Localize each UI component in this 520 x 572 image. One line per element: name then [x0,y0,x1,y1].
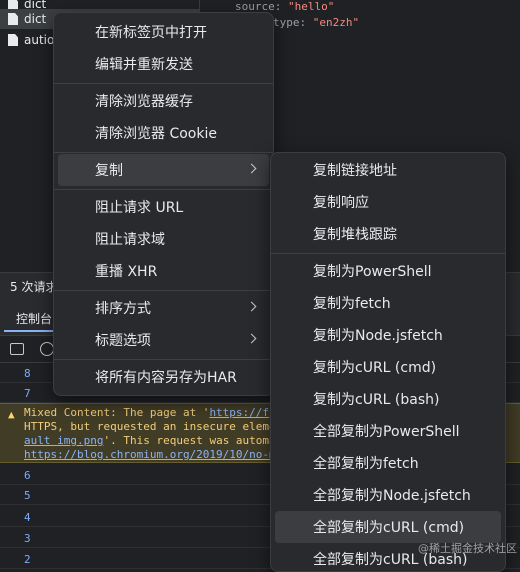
submenu-item-copy-response[interactable]: 复制响应 [275,186,501,218]
request-count: 5 次请求 [10,280,58,294]
menu-item-clear-cookies[interactable]: 清除浏览器 Cookie [58,117,269,149]
watermark: @稀土掘金技术社区 [418,542,517,555]
chevron-right-icon [246,301,257,312]
menu-item-label: 全部复制为cURL (cmd) [313,520,465,536]
warning-link[interactable]: https://blog.chromium.org/2019/10/no-m [24,448,276,461]
menu-item-header-options[interactable]: 标题选项 [58,324,269,356]
menu-item-label: 标题选项 [95,333,151,349]
menu-item-save-har[interactable]: 将所有内容另存为HAR [58,361,269,393]
warning-link[interactable]: https://f [209,406,269,419]
menu-separator [54,290,273,291]
menu-item-label: 编辑并重新发送 [95,57,193,73]
submenu-item-copy-all-fetch[interactable]: 全部复制为fetch [275,447,501,479]
menu-item-block-domain[interactable]: 阻止请求域 [58,223,269,255]
submenu-item-copy-fetch[interactable]: 复制为fetch [275,287,501,319]
menu-item-label: 复制为cURL (cmd) [313,360,437,376]
submenu-item-copy-curl-bash[interactable]: 复制为cURL (bash) [275,383,501,415]
console-value: 4 [24,511,31,524]
menu-item-sort-by[interactable]: 排序方式 [58,292,269,324]
preview-line: type: "en2zh" [273,16,359,29]
sidebar-toggle-icon[interactable] [10,343,24,355]
menu-item-label: 重播 XHR [95,264,158,280]
file-icon [8,34,18,46]
warning-icon: ▲ [8,408,15,421]
warning-text: Mixed Content: The page at ' [24,406,210,419]
menu-item-label: 复制链接地址 [313,163,397,179]
menu-separator [54,359,273,360]
submenu-item-copy-all-curl-cmd[interactable]: 全部复制为cURL (cmd) [275,511,501,543]
console-value: 3 [24,532,31,545]
menu-item-label: 复制响应 [313,195,369,211]
submenu-item-copy-powershell[interactable]: 复制为PowerShell [275,255,501,287]
menu-item-label: 复制 [95,163,123,179]
warning-text: HTTPS, but requested an insecure eleme [24,420,276,433]
menu-item-label: 清除浏览器缓存 [95,94,193,110]
menu-item-label: 复制为fetch [313,296,391,312]
file-icon [8,13,18,25]
menu-item-label: 将所有内容另存为HAR [95,370,237,386]
submenu-item-copy-nodejs-fetch[interactable]: 复制为Node.jsfetch [275,319,501,351]
warning-link[interactable]: ault img.png [24,434,103,447]
submenu-item-copy-curl-cmd[interactable]: 复制为cURL (cmd) [275,351,501,383]
menu-separator [54,152,273,153]
menu-separator [54,189,273,190]
menu-separator [271,253,505,254]
menu-item-open-new-tab[interactable]: 在新标签页中打开 [58,16,269,48]
menu-item-replay-xhr[interactable]: 重播 XHR [58,255,269,287]
menu-item-label: 清除浏览器 Cookie [95,126,217,142]
console-value: 6 [24,469,31,482]
submenu-item-copy-all-nodejs-fetch[interactable]: 全部复制为Node.jsfetch [275,479,501,511]
preview-key: type: [273,16,307,29]
menu-item-label: 在新标签页中打开 [95,25,207,41]
chevron-right-icon [246,163,257,174]
clear-console-icon[interactable] [40,342,54,356]
menu-item-label: 全部复制为Node.jsfetch [313,488,471,504]
preview-value: "en2zh" [312,16,360,29]
chevron-right-icon [246,333,257,344]
console-value: 8 [24,367,31,380]
console-value: 5 [24,489,31,502]
menu-item-block-url[interactable]: 阻止请求 URL [58,191,269,223]
submenu-item-copy-link[interactable]: 复制链接地址 [275,154,501,186]
menu-item-label: 复制为PowerShell [313,264,432,280]
console-value: 7 [24,387,31,400]
menu-item-label: 复制堆栈跟踪 [313,227,397,243]
submenu-item-copy-all-powershell[interactable]: 全部复制为PowerShell [275,415,501,447]
menu-item-clear-cache[interactable]: 清除浏览器缓存 [58,85,269,117]
menu-item-label: 复制为cURL (bash) [313,392,440,408]
menu-item-label: 复制为Node.jsfetch [313,328,443,344]
menu-item-label: 全部复制为fetch [313,456,419,472]
request-name: dict [24,12,47,26]
menu-item-copy[interactable]: 复制 [58,154,269,186]
menu-item-label: 排序方式 [95,301,151,317]
menu-item-edit-resend[interactable]: 编辑并重新发送 [58,48,269,80]
submenu-item-copy-stack-trace[interactable]: 复制堆栈跟踪 [275,218,501,250]
menu-item-label: 全部复制为PowerShell [313,424,460,440]
context-menu: 在新标签页中打开 编辑并重新发送 清除浏览器缓存 清除浏览器 Cookie 复制… [53,12,274,396]
copy-submenu: 复制链接地址 复制响应 复制堆栈跟踪 复制为PowerShell 复制为fetc… [270,152,506,572]
tab-console-label: 控制台 [16,312,53,326]
request-name: autio [24,33,55,47]
menu-item-label: 阻止请求 URL [95,200,184,216]
preview-value: "hello" [287,0,335,13]
menu-item-label: 阻止请求域 [95,232,165,248]
warning-text: '. This request was automa [103,434,276,447]
menu-separator [54,83,273,84]
console-value: 2 [24,553,31,566]
